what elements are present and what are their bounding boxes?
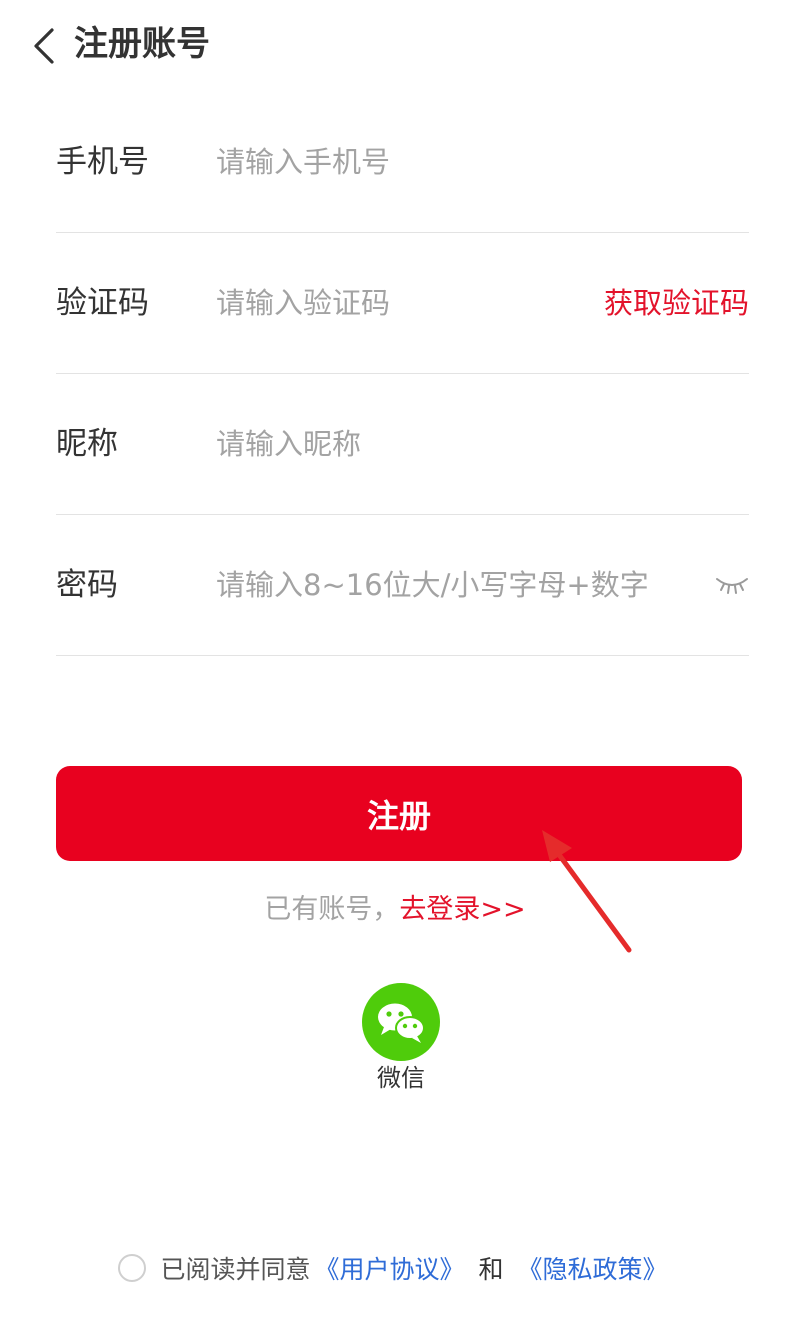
nickname-label: 昵称 [56, 426, 118, 462]
agreement-and: 和 [478, 1255, 504, 1284]
agreement-text: 已阅读并同意 [160, 1255, 311, 1284]
header: 注册账号 [0, 0, 790, 92]
wechat-icon [362, 983, 440, 1061]
code-label: 验证码 [56, 285, 149, 321]
agreement-checkbox[interactable] [118, 1254, 147, 1282]
eye-closed-icon [716, 578, 748, 594]
phone-row: 手机号 [56, 92, 749, 233]
wechat-login-button[interactable] [362, 983, 440, 1061]
chevron-left-icon [34, 28, 54, 64]
nickname-input[interactable] [216, 420, 596, 468]
phone-input[interactable] [216, 138, 596, 186]
login-prompt: 已有账号，去登录>> [0, 890, 790, 930]
back-button[interactable] [26, 24, 66, 68]
privacy-policy-link[interactable]: 《隐私政策》 [518, 1250, 668, 1286]
phone-label: 手机号 [56, 144, 149, 180]
agreement: 已阅读并同意 《用户协议》 和 《隐私政策》 [0, 1246, 790, 1290]
password-label: 密码 [56, 567, 118, 603]
login-prompt-text: 已有账号， [264, 894, 400, 925]
register-page: 注册账号 手机号 验证码 获取验证码 昵称 密码 注册 已有账号，去登录>> [0, 0, 790, 1342]
password-row: 密码 [56, 515, 749, 656]
password-visibility-toggle[interactable] [715, 573, 749, 595]
red-arrow-annotation [542, 830, 632, 953]
user-agreement-link[interactable]: 《用户协议》 [314, 1250, 464, 1286]
wechat-label: 微信 [377, 1064, 425, 1092]
code-input[interactable] [216, 279, 596, 327]
password-input[interactable] [216, 561, 686, 609]
page-title: 注册账号 [74, 24, 210, 64]
get-code-button[interactable]: 获取验证码 [604, 281, 749, 325]
nickname-row: 昵称 [56, 374, 749, 515]
go-login-link[interactable]: 去登录>> [399, 894, 525, 925]
code-row: 验证码 获取验证码 [56, 233, 749, 374]
